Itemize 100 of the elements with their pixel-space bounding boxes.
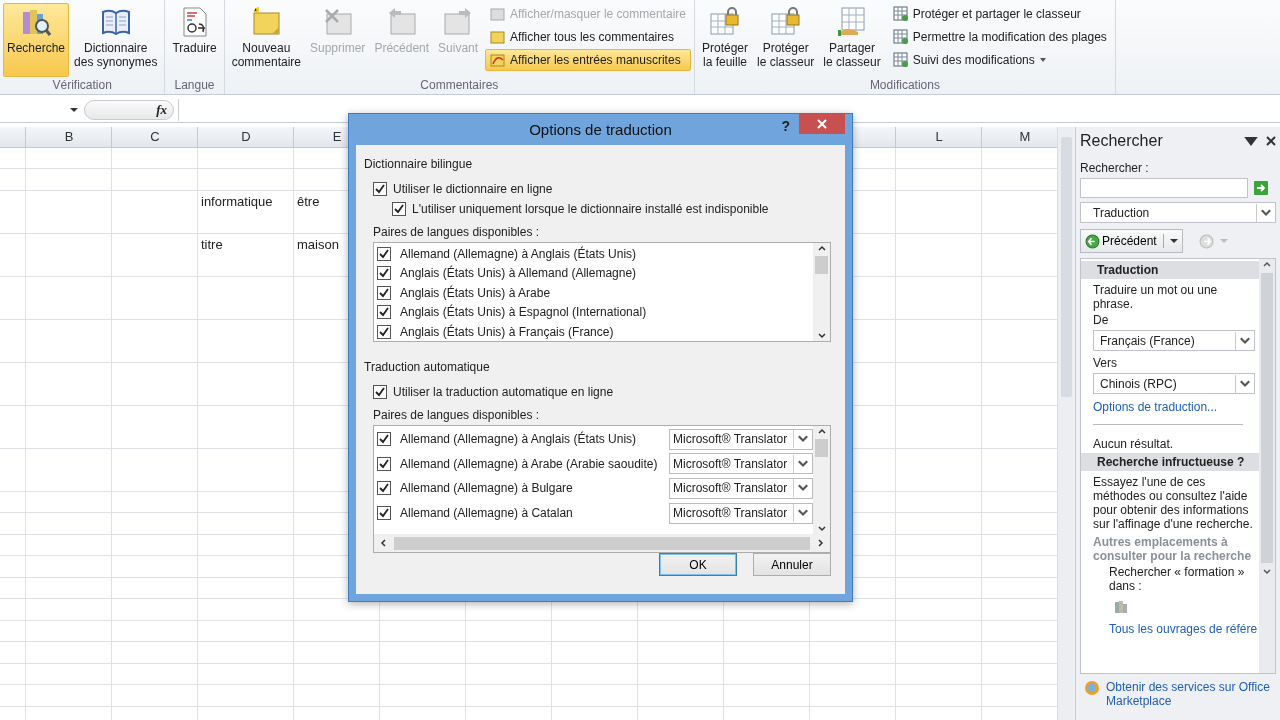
table-cell-text: informatique bbox=[200, 193, 274, 211]
scroll-thumb[interactable] bbox=[1261, 273, 1273, 563]
reference-link[interactable]: Tous les ouvrages de référe bbox=[1109, 622, 1255, 636]
scroll-thumb[interactable] bbox=[394, 536, 810, 550]
group-label: Commentaires bbox=[419, 78, 500, 94]
scroll-up-icon[interactable] bbox=[1262, 259, 1272, 269]
ribbon-button[interactable]: Traduire bbox=[168, 3, 221, 77]
check-icon bbox=[374, 386, 386, 398]
table-cell-text: être bbox=[296, 193, 321, 211]
scrollbar[interactable] bbox=[1057, 127, 1075, 720]
scroll-down-icon[interactable] bbox=[816, 331, 827, 341]
column-header[interactable]: C bbox=[146, 127, 164, 147]
column-header[interactable]: L bbox=[931, 127, 947, 147]
check-icon bbox=[378, 457, 390, 470]
ribbon-button[interactable]: Protéger la feuille bbox=[697, 3, 752, 77]
checkbox[interactable]: Utiliser le dictionnaire en ligne bbox=[364, 179, 837, 199]
ribbon-button[interactable]: Recherche bbox=[3, 3, 70, 77]
caret-icon[interactable] bbox=[70, 105, 78, 114]
no-result-text: Aucun résultat. bbox=[1093, 437, 1175, 451]
checkbox[interactable]: Allemand (Allemagne) à Arabe (Arabie saoudite) bbox=[374, 453, 658, 474]
ribbon-button[interactable]: Suivi des modifications bbox=[887, 49, 1112, 71]
help-text: Essayez l'une de ces méthodes ou consultez l'aide pour obtenir des informations sur l'affinage d'une recherche. bbox=[1093, 475, 1254, 531]
marketplace-link[interactable]: Obtenir des services sur Office Marketplace bbox=[1106, 680, 1276, 708]
scroll-right-icon[interactable] bbox=[816, 538, 826, 548]
service-dropdown[interactable]: Microsoft® Translator bbox=[669, 428, 813, 450]
help-button[interactable]: ? bbox=[781, 118, 790, 134]
ribbon-button[interactable]: Dictionnaire des synonymes bbox=[70, 3, 162, 77]
close-button[interactable] bbox=[799, 114, 845, 134]
checkbox[interactable]: Anglais (États Unis) à Allemand (Allemagne) bbox=[374, 263, 637, 284]
ribbon-button[interactable]: Afficher tous les commentaires bbox=[485, 26, 691, 48]
group-label: Modifications bbox=[868, 78, 941, 94]
column-header[interactable]: E bbox=[328, 127, 346, 147]
scroll-down-icon[interactable] bbox=[816, 524, 827, 534]
books-icon bbox=[1113, 599, 1129, 615]
scrollbar[interactable] bbox=[813, 426, 830, 534]
service-dropdown[interactable]: Microsoft® Translator bbox=[669, 478, 813, 499]
to-language-dropdown[interactable]: Chinois (RPC) bbox=[1093, 373, 1255, 394]
checkbox[interactable]: Allemand (Allemagne) à Catalan bbox=[374, 503, 573, 524]
checkbox[interactable]: Anglais (États Unis) à Arabe bbox=[374, 282, 551, 303]
dialog-button[interactable]: Annuler bbox=[753, 553, 831, 576]
grid-lock-icon bbox=[709, 6, 741, 38]
scrollbar[interactable] bbox=[1259, 259, 1275, 673]
ribbon-button[interactable]: Nouveau commentaire bbox=[227, 3, 305, 77]
scroll-up-icon[interactable] bbox=[816, 426, 827, 436]
checkbox[interactable]: Allemand (Allemagne) à Anglais (États Unis) bbox=[374, 243, 637, 264]
from-language-dropdown[interactable]: Français (France) bbox=[1093, 330, 1255, 351]
column-header[interactable]: B bbox=[60, 127, 78, 147]
table-cell-text: maison bbox=[296, 236, 340, 254]
check-icon bbox=[378, 306, 390, 319]
checkbox[interactable]: L'utiliser uniquement lorsque le dictionnaire installé est indisponible bbox=[364, 199, 837, 219]
section-header[interactable]: Recherche infructueuse ? bbox=[1081, 453, 1259, 471]
source-dropdown[interactable]: Traduction bbox=[1080, 202, 1276, 223]
scroll-thumb[interactable] bbox=[815, 256, 828, 274]
ribbon-button[interactable]: Protéger et partager le classeur bbox=[887, 3, 1112, 25]
check-icon bbox=[393, 203, 405, 215]
check-icon bbox=[378, 507, 390, 520]
search-label: Rechercher : bbox=[1080, 161, 1150, 175]
check-icon bbox=[378, 433, 390, 446]
scroll-up-icon[interactable] bbox=[816, 243, 827, 253]
checkbox[interactable]: Anglais (États Unis) à Espagnol (International) bbox=[374, 302, 647, 323]
check-icon bbox=[378, 247, 390, 260]
scroll-left-icon[interactable] bbox=[378, 538, 388, 548]
translation-options-link[interactable]: Options de traduction... bbox=[1093, 400, 1255, 414]
check-icon bbox=[378, 286, 390, 299]
check-icon bbox=[378, 482, 390, 495]
ribbon-button[interactable]: Protéger le classeur bbox=[753, 3, 819, 77]
close-icon[interactable] bbox=[1266, 136, 1276, 146]
table-cell-text: titre bbox=[200, 236, 224, 254]
search-in-text: Rechercher « formation » dans : bbox=[1109, 565, 1246, 593]
checkbox[interactable]: Anglais (États Unis) à Français (France) bbox=[374, 321, 614, 341]
checkbox[interactable]: Allemand (Allemagne) à Bulgare bbox=[374, 478, 573, 499]
insert-function-button[interactable]: fx bbox=[156, 101, 167, 118]
service-dropdown[interactable]: Microsoft® Translator bbox=[669, 502, 813, 524]
column-header[interactable]: D bbox=[237, 127, 255, 147]
from-label: De bbox=[1093, 313, 1110, 327]
section-heading: Traduction automatique bbox=[364, 360, 491, 374]
caret-icon[interactable] bbox=[1169, 237, 1178, 245]
search-field[interactable] bbox=[1080, 178, 1248, 198]
scrollbar[interactable] bbox=[813, 243, 830, 341]
check-icon bbox=[374, 183, 386, 195]
ribbon-button[interactable]: Partager le classeur bbox=[819, 3, 885, 77]
column-header[interactable]: M bbox=[1015, 127, 1035, 147]
dropdown-icon[interactable] bbox=[1244, 136, 1258, 146]
group-label: Langue bbox=[173, 78, 216, 94]
checkbox[interactable]: Allemand (Allemagne) à Anglais (États Unis) bbox=[374, 429, 637, 450]
to-label: Vers bbox=[1093, 356, 1118, 370]
service-dropdown[interactable]: Microsoft® Translator bbox=[669, 453, 813, 475]
dialog-button[interactable]: OK bbox=[659, 553, 737, 576]
caret-icon bbox=[1038, 56, 1047, 64]
section-header[interactable]: Traduction bbox=[1081, 261, 1259, 279]
checkbox[interactable]: Utiliser la traduction automatique en ligne bbox=[364, 382, 837, 402]
go-arrow-icon[interactable] bbox=[1254, 181, 1268, 195]
ribbon-button[interactable]: Afficher les entrées manuscrites bbox=[485, 49, 691, 71]
pairs-label: Paires de langues disponibles : bbox=[373, 225, 541, 239]
new-note-icon bbox=[250, 6, 283, 38]
ribbon-button[interactable]: Permettre la modification des plages bbox=[887, 26, 1112, 48]
back-button[interactable]: Précédent bbox=[1080, 229, 1183, 253]
scrollbar[interactable] bbox=[374, 534, 830, 552]
scroll-thumb[interactable] bbox=[815, 439, 828, 457]
scroll-down-icon[interactable] bbox=[1262, 567, 1272, 577]
